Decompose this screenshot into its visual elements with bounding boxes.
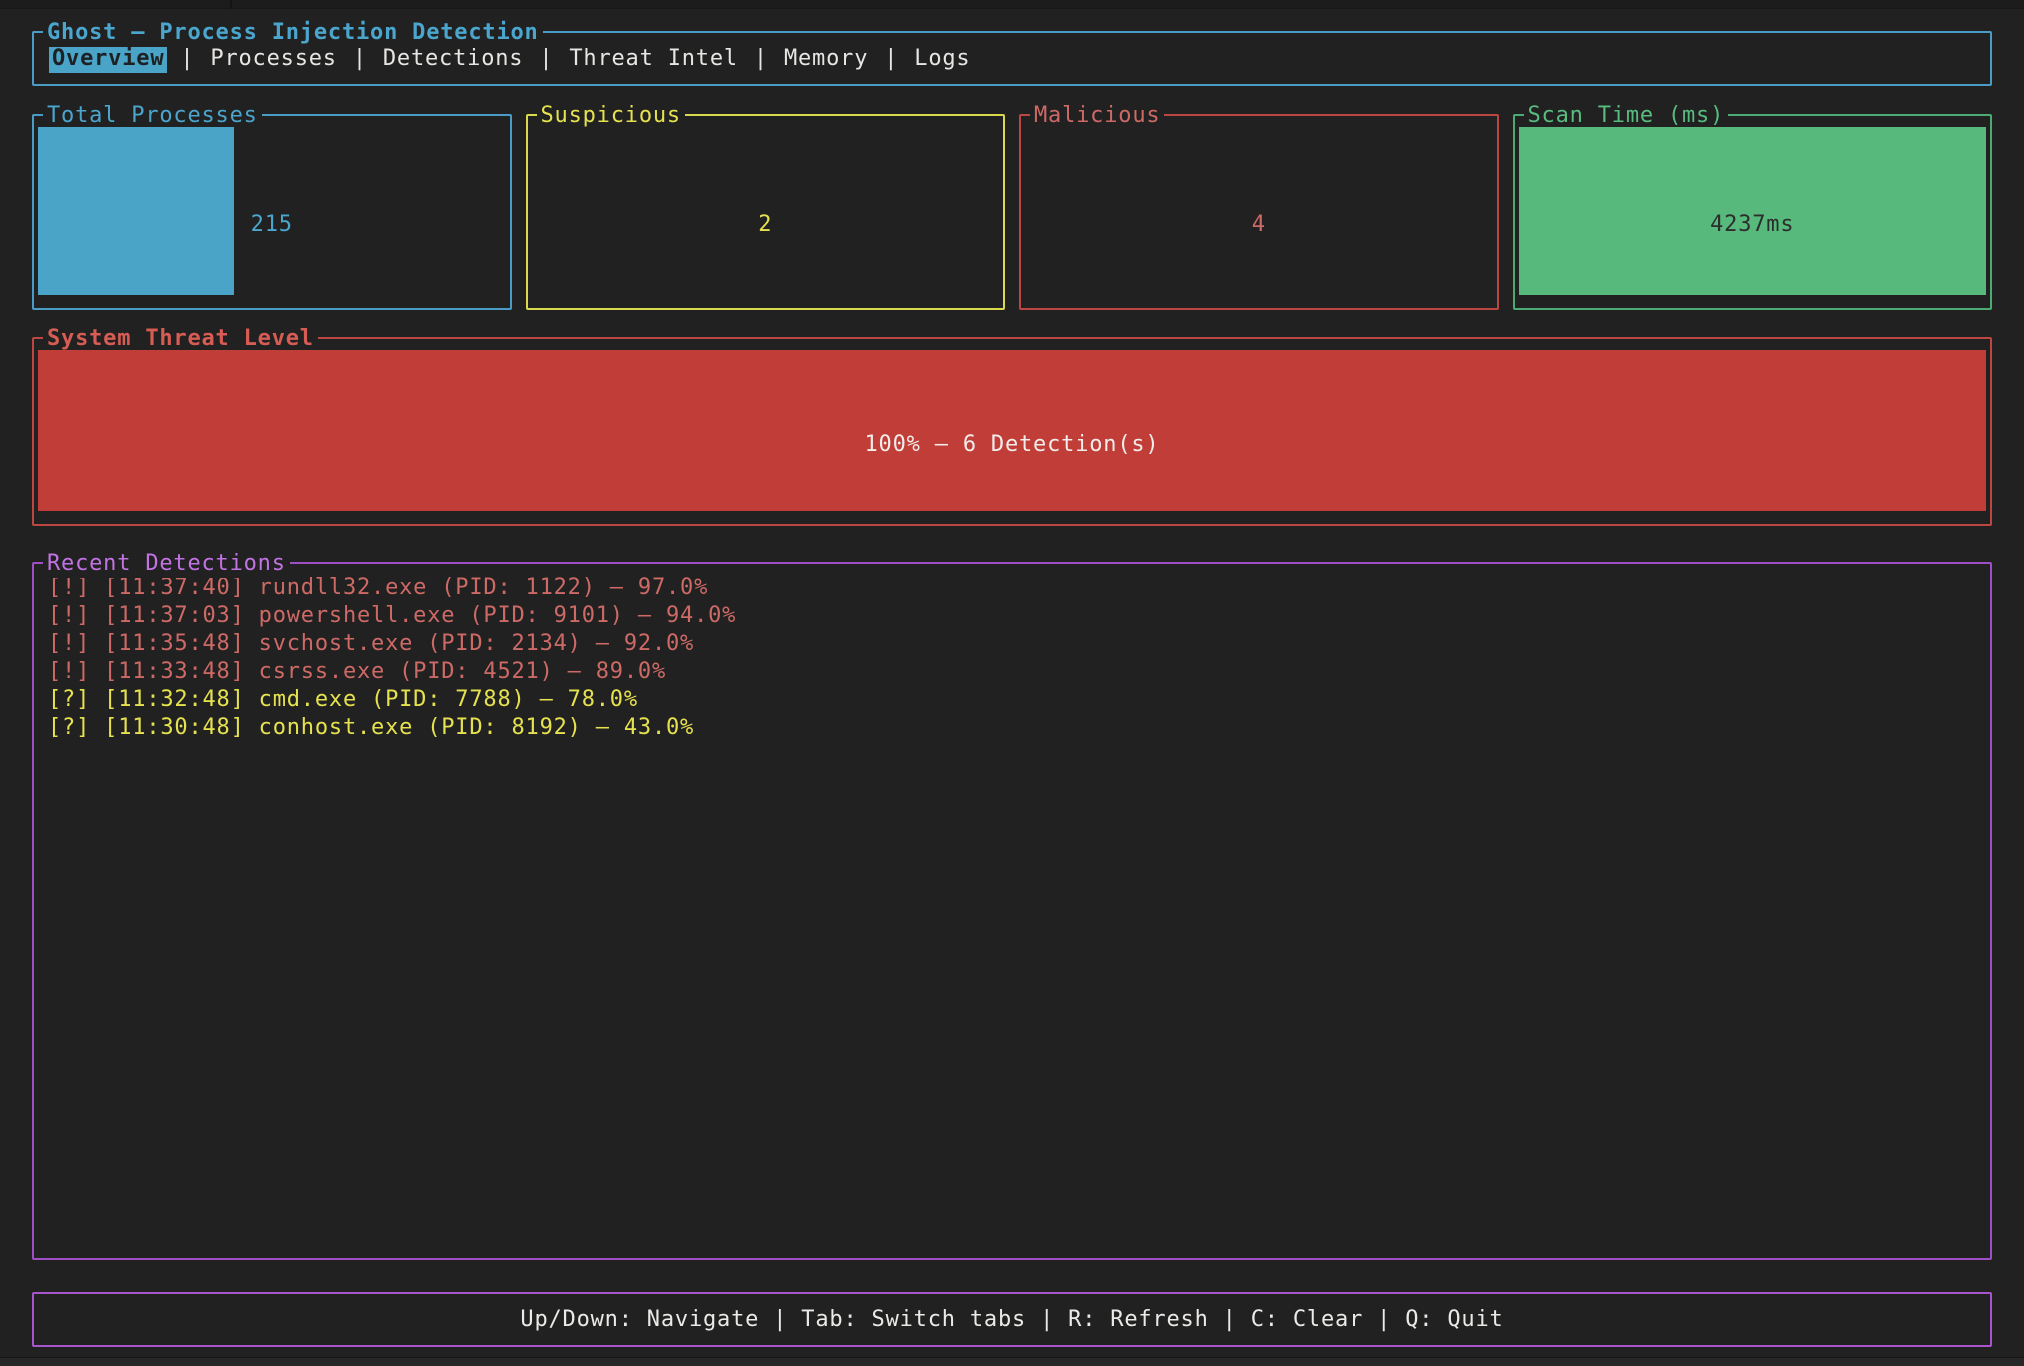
tab-separator: | <box>884 45 898 73</box>
gauge-value: 4 <box>1025 211 1493 239</box>
tab-separator: | <box>754 45 768 73</box>
footer-help-text: Up/Down: Navigate | Tab: Switch tabs | R… <box>520 1306 1503 1334</box>
footer-help-panel: Up/Down: Navigate | Tab: Switch tabs | R… <box>32 1292 1992 1347</box>
tab-overview[interactable]: Overview <box>49 45 167 73</box>
scan-time-gauge: 4237ms <box>1519 127 1987 295</box>
app-title: Ghost — Process Injection Detection <box>43 19 543 47</box>
tab-memory[interactable]: Memory <box>781 45 871 73</box>
threat-level-value: 100% — 6 Detection(s) <box>38 431 1986 459</box>
stat-title: Suspicious <box>537 102 685 130</box>
stat-title: Scan Time (ms) <box>1524 102 1729 130</box>
detection-row[interactable]: [!] [11:37:40] rundll32.exe (PID: 1122) … <box>48 574 1976 602</box>
detection-row[interactable]: [!] [11:37:03] powershell.exe (PID: 9101… <box>48 602 1976 630</box>
window-bottom-edge <box>0 1357 2024 1366</box>
detection-row[interactable]: [!] [11:35:48] svchost.exe (PID: 2134) —… <box>48 630 1976 658</box>
detections-list: [!] [11:37:40] rundll32.exe (PID: 1122) … <box>34 564 1990 742</box>
gauge-value: 2 <box>532 211 1000 239</box>
stat-suspicious: Suspicious 2 <box>526 114 1006 310</box>
recent-detections-title: Recent Detections <box>43 550 290 578</box>
threat-level-gauge: 100% — 6 Detection(s) <box>38 350 1986 511</box>
tab-separator: | <box>539 45 553 73</box>
stat-title: Total Processes <box>43 102 262 130</box>
stat-total-processes: Total Processes 215 <box>32 114 512 310</box>
recent-detections-panel: Recent Detections [!] [11:37:40] rundll3… <box>32 562 1992 1260</box>
terminal-screen: Ghost — Process Injection Detection Over… <box>0 0 2024 1366</box>
gauge-value: 215 <box>38 211 506 239</box>
malicious-gauge: 4 <box>1025 127 1493 295</box>
tab-separator: | <box>353 45 367 73</box>
stat-scan-time: Scan Time (ms) 4237ms <box>1513 114 1993 310</box>
header-panel: Ghost — Process Injection Detection Over… <box>32 31 1992 86</box>
detection-row[interactable]: [?] [11:30:48] conhost.exe (PID: 8192) —… <box>48 714 1976 742</box>
stat-malicious: Malicious 4 <box>1019 114 1499 310</box>
stats-row: Total Processes 215 Suspicious 2 Malicio… <box>32 114 1992 310</box>
window-top-edge <box>0 0 2024 9</box>
tab-processes[interactable]: Processes <box>207 45 339 73</box>
tab-detections[interactable]: Detections <box>380 45 526 73</box>
threat-level-panel: System Threat Level 100% — 6 Detection(s… <box>32 337 1992 526</box>
total-processes-gauge: 215 <box>38 127 506 295</box>
terminal-tab-divider <box>230 0 232 9</box>
tab-logs[interactable]: Logs <box>911 45 973 73</box>
stat-title: Malicious <box>1030 102 1164 130</box>
tab-separator: | <box>180 45 194 73</box>
gauge-value: 4237ms <box>1519 211 1987 239</box>
detection-row[interactable]: [?] [11:32:48] cmd.exe (PID: 7788) — 78.… <box>48 686 1976 714</box>
threat-level-title: System Threat Level <box>43 325 318 353</box>
detection-row[interactable]: [!] [11:33:48] csrss.exe (PID: 4521) — 8… <box>48 658 1976 686</box>
suspicious-gauge: 2 <box>532 127 1000 295</box>
tab-threat-intel[interactable]: Threat Intel <box>566 45 741 73</box>
